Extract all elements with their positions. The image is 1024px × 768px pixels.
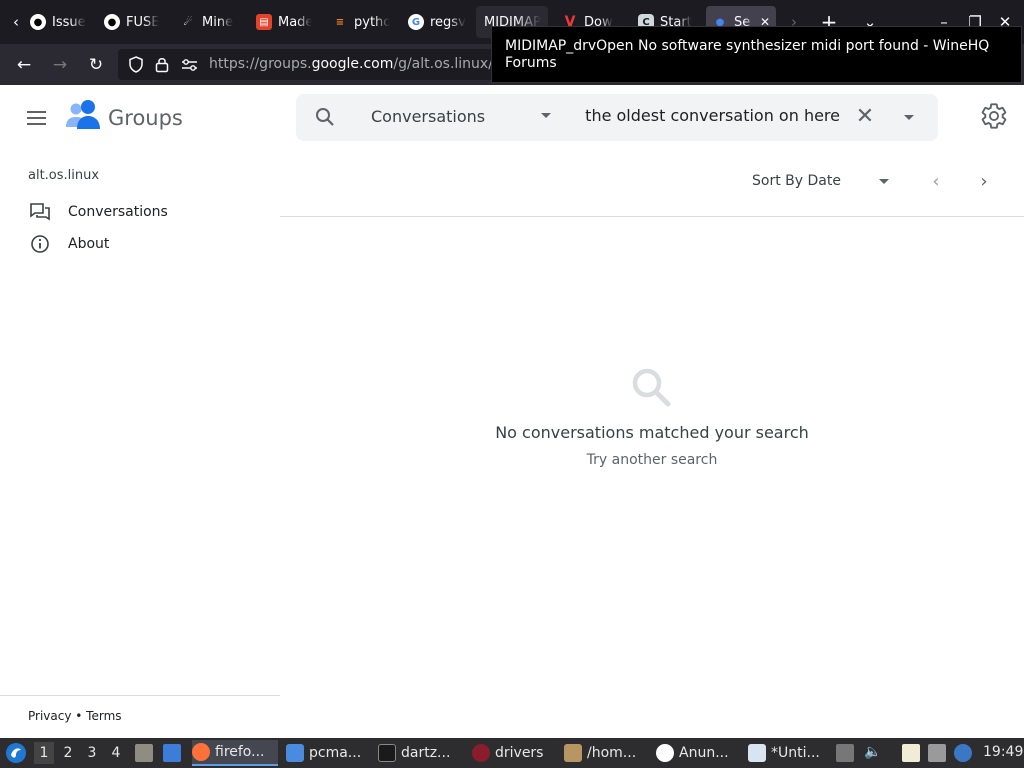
made-icon: ▤ [256,14,272,30]
task-dartz[interactable]: dartz... [378,740,462,766]
desktop-taskbar: 1 2 3 4 firefo... pcma... dartz... drive… [0,738,1024,768]
footer-separator: • [71,709,87,723]
groups-header: Groups Conversations whats the oldest co… [0,85,1024,151]
workspace-3[interactable]: 3 [82,742,102,764]
sidebar-item-about[interactable]: About [28,230,109,258]
empty-search-icon [632,368,671,407]
task-label: *Unti... [771,745,820,761]
search-scope-select[interactable]: Conversations [371,107,485,126]
tab-fuse[interactable]: ● FUSE [98,6,162,38]
sort-bar: Sort By Date ‹ › [280,151,1024,217]
start-menu-icon[interactable] [5,742,27,764]
file-manager-launcher-icon[interactable] [135,744,153,762]
tab-title: regsvr [430,14,466,30]
url-prefix: https://groups. [209,56,312,72]
task-untitled[interactable]: *Unti... [748,740,828,766]
empty-state-title: No conversations matched your search [495,423,809,442]
folder-icon [286,744,304,762]
footer-divider [0,695,280,696]
tab-title: Made [278,14,312,30]
task-label: Anun... [679,745,729,761]
task-pcmanfm[interactable]: pcma... [286,740,370,766]
address-bar[interactable]: https://groups.google.com/g/alt.os.linux… [118,49,498,80]
tab-title: FUSE [126,14,160,30]
empty-state-subtitle: Try another search [586,452,718,468]
search-input[interactable]: whats the oldest conversation on here [584,106,840,128]
main-menu-button[interactable] [22,104,50,132]
tab-tooltip: MIDIMAP_drvOpen No software synthesizer … [491,26,1022,83]
url-path: /g/alt.os.linux/ [393,56,493,72]
permissions-icon[interactable] [181,58,198,72]
tab-made[interactable]: ▤ Made [250,6,312,38]
show-desktop-icon[interactable] [163,744,181,762]
chevron-down-icon[interactable] [879,179,889,184]
search-icon[interactable] [315,107,335,127]
groups-brand-title[interactable]: Groups [108,106,183,130]
penguin-icon [656,744,674,762]
sidebar-item-conversations[interactable]: Conversations [28,198,168,226]
search-query-text: whats the oldest conversation on here [584,106,840,125]
task-label: dartz... [401,745,451,761]
groups-logo-icon [66,100,100,129]
clipboard-icon[interactable] [902,744,920,762]
sidebar-item-label: About [68,236,110,252]
task-label: drivers [495,745,544,761]
shield-icon[interactable] [128,56,144,73]
sort-select[interactable]: Sort By Date [752,173,841,189]
url-text[interactable]: https://groups.google.com/g/alt.os.linux… [209,56,493,72]
update-notifier-icon[interactable] [954,744,972,762]
task-drivers[interactable]: drivers [472,740,552,766]
wine-icon [472,744,490,762]
url-domain: google.com [311,56,394,72]
forward-icon[interactable]: → [47,52,73,78]
mine-icon: ☄ [183,16,193,28]
task-firefox[interactable]: firefo... [192,740,278,766]
workspace-1[interactable]: 1 [34,742,54,764]
task-anun[interactable]: Anun... [656,740,736,766]
previous-page-icon[interactable]: ‹ [924,171,948,195]
next-page-icon[interactable]: › [972,171,996,195]
search-options-chevron-icon[interactable] [904,115,914,120]
github-icon: ● [104,14,120,30]
tab-regsvr[interactable]: G regsvr [402,6,466,38]
tab-title: Mine [202,14,234,30]
tab-issue[interactable]: ● Issue [24,6,86,38]
tab-title: python [354,14,390,30]
footer: Privacy • Terms [28,709,122,723]
terminal-icon [378,744,396,762]
lock-icon[interactable] [155,56,169,73]
conversations-icon [28,200,52,224]
workspace-4[interactable]: 4 [106,742,126,764]
task-label: pcma... [309,745,362,761]
battery-icon[interactable] [836,744,854,762]
group-name[interactable]: alt.os.linux [28,168,99,183]
network-icon[interactable] [928,744,946,762]
sidebar-item-label: Conversations [68,204,168,220]
back-icon[interactable]: ← [11,52,37,78]
clear-search-icon[interactable]: ✕ [854,105,876,129]
chevron-down-icon[interactable] [541,113,551,118]
clock[interactable]: 19:49 [983,744,1023,760]
task-label: firefo... [215,744,265,760]
search-box[interactable]: Conversations whats the oldest conversat… [296,94,938,141]
privacy-link[interactable]: Privacy [28,709,71,723]
terms-link[interactable]: Terms [86,709,121,723]
google-icon: G [408,14,424,30]
tab-title: Issue [52,14,86,30]
workspace-2[interactable]: 2 [58,742,78,764]
tab-mine[interactable]: ☄ Mine [174,6,238,38]
reload-icon[interactable]: ↻ [83,52,109,78]
volume-icon[interactable]: 🔈 [864,744,882,762]
gear-icon[interactable] [980,102,1008,130]
firefox-icon [192,743,210,761]
github-icon: ● [30,14,46,30]
info-icon [28,232,52,256]
task-label: /hom... [587,745,637,761]
tab-python[interactable]: ≡ python [326,6,390,38]
archive-icon [564,744,582,762]
task-home-folder[interactable]: /hom... [564,740,644,766]
text-editor-icon [748,744,766,762]
stackoverflow-icon: ≡ [335,16,345,28]
